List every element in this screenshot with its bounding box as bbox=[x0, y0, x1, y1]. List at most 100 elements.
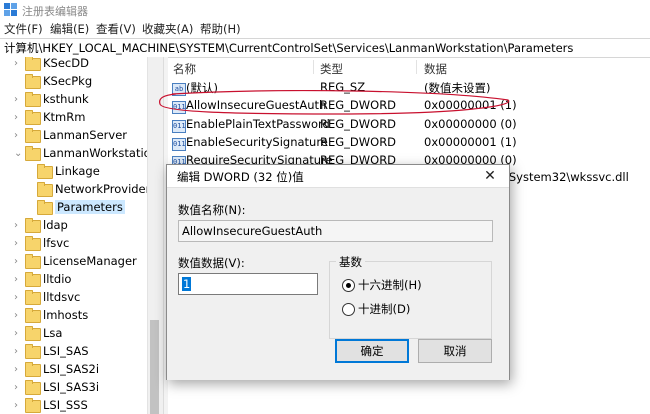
tree-item-lsi-sss[interactable]: › LSI_SSS bbox=[0, 397, 150, 414]
tree-item-licensemanager[interactable]: › LicenseManager bbox=[0, 253, 150, 271]
tree-item-parameters[interactable]: Parameters bbox=[0, 199, 150, 217]
chevron-right-icon[interactable]: › bbox=[14, 328, 22, 340]
menu-favorites[interactable]: 收藏夹(A) bbox=[142, 21, 193, 37]
value-row-enableplaintextpassword[interactable]: 011 EnablePlainTextPassword REG_DWORD 0x… bbox=[170, 116, 650, 134]
chevron-right-icon[interactable]: › bbox=[14, 382, 22, 394]
tree-item-lsa[interactable]: › Lsa bbox=[0, 325, 150, 343]
folder-icon bbox=[25, 218, 41, 233]
dialog-body: 数值名称(N): AllowInsecureGuestAuth 数值数据(V):… bbox=[167, 187, 509, 380]
tree-item-lltdio[interactable]: › lltdio bbox=[0, 271, 150, 289]
tree-item-label: lltdio bbox=[43, 272, 72, 286]
folder-icon bbox=[25, 57, 41, 71]
chevron-right-icon[interactable]: › bbox=[14, 130, 22, 142]
folder-icon bbox=[37, 164, 53, 179]
chevron-right-icon[interactable] bbox=[26, 202, 34, 214]
chevron-right-icon[interactable]: › bbox=[14, 274, 22, 286]
dialog-title-bar[interactable]: 编辑 DWORD (32 位)值 ✕ bbox=[167, 165, 509, 187]
column-type[interactable]: 类型 bbox=[320, 61, 343, 77]
tree-item-label: KSecPkg bbox=[43, 74, 93, 88]
chevron-right-icon[interactable]: › bbox=[14, 346, 22, 358]
chevron-right-icon[interactable]: › bbox=[14, 310, 22, 322]
tree-item-label: ksthunk bbox=[43, 92, 89, 106]
chevron-right-icon[interactable]: › bbox=[14, 256, 22, 268]
chevron-right-icon[interactable]: › bbox=[14, 364, 22, 376]
value-name-field: AllowInsecureGuestAuth bbox=[178, 220, 493, 242]
menu-bar: 文件(F) 编辑(E) 查看(V) 收藏夹(A) 帮助(H) bbox=[0, 20, 650, 38]
folder-icon bbox=[25, 362, 41, 377]
tree-item-label: Lsa bbox=[43, 326, 63, 340]
tree-item-label: LSI_SSS bbox=[43, 398, 88, 412]
column-name[interactable]: 名称 bbox=[173, 61, 196, 77]
title-bar: 注册表编辑器 bbox=[0, 0, 650, 20]
tree-item-lsi-sas2i[interactable]: › LSI_SAS2i bbox=[0, 361, 150, 379]
cancel-button[interactable]: 取消 bbox=[418, 339, 492, 363]
tree-item-lsi-sas3i[interactable]: › LSI_SAS3i bbox=[0, 379, 150, 397]
address-bar[interactable]: 计算机\HKEY_LOCAL_MACHINE\SYSTEM\CurrentCon… bbox=[0, 38, 650, 58]
chevron-right-icon[interactable]: › bbox=[14, 58, 22, 70]
value-data: 0x00000000 (0) bbox=[424, 117, 517, 131]
tree-item-lltdsvc[interactable]: › lltdsvc bbox=[0, 289, 150, 307]
menu-edit[interactable]: 编辑(E) bbox=[50, 21, 89, 37]
chevron-right-icon[interactable]: › bbox=[14, 238, 22, 250]
folder-icon bbox=[25, 344, 41, 359]
partial-value-data: \System32\wkssvc.dll bbox=[505, 170, 629, 184]
folder-icon bbox=[25, 326, 41, 341]
chevron-right-icon[interactable] bbox=[26, 166, 34, 178]
tree-item-label: LSI_SAS3i bbox=[43, 380, 100, 394]
tree-item-linkage[interactable]: Linkage bbox=[0, 163, 150, 181]
folder-icon bbox=[25, 92, 41, 107]
ok-button[interactable]: 确定 bbox=[335, 339, 409, 363]
tree-item-ldap[interactable]: › ldap bbox=[0, 217, 150, 235]
address-path[interactable]: 计算机\HKEY_LOCAL_MACHINE\SYSTEM\CurrentCon… bbox=[4, 40, 573, 56]
chevron-right-icon[interactable]: › bbox=[14, 400, 22, 412]
tree-item-label: KtmRm bbox=[43, 110, 86, 124]
value-row-enablesecuritysignature[interactable]: 011 EnableSecuritySignature REG_DWORD 0x… bbox=[170, 134, 650, 152]
value-name: EnablePlainTextPassword bbox=[186, 117, 330, 131]
tree-item-lfsvc[interactable]: › lfsvc bbox=[0, 235, 150, 253]
dec-radio[interactable] bbox=[342, 303, 355, 316]
tree-item-ksecpkg[interactable]: KSecPkg bbox=[0, 73, 150, 91]
folder-icon bbox=[25, 236, 41, 251]
chevron-right-icon[interactable]: › bbox=[14, 112, 22, 124]
tree-item-label: Parameters bbox=[55, 200, 125, 214]
column-data[interactable]: 数据 bbox=[424, 61, 447, 77]
tree-item-networkprovider[interactable]: NetworkProvider bbox=[0, 181, 150, 199]
tree-item-lmhosts[interactable]: › lmhosts bbox=[0, 307, 150, 325]
folder-icon bbox=[37, 200, 53, 215]
tree-item-lanmanworkstation[interactable]: ⌄ LanmanWorkstation bbox=[0, 145, 158, 163]
tree-item-lanmanserver[interactable]: › LanmanServer bbox=[0, 127, 150, 145]
tree-item-ksecdd[interactable]: › KSecDD bbox=[0, 57, 150, 73]
tree-item-label: LanmanWorkstation bbox=[43, 146, 158, 160]
tree-item-lsi-sas[interactable]: › LSI_SAS bbox=[0, 343, 150, 361]
hex-radio[interactable] bbox=[342, 279, 355, 292]
chevron-down-icon[interactable]: ⌄ bbox=[14, 148, 22, 160]
column-divider[interactable] bbox=[416, 60, 417, 74]
dec-radio-label[interactable]: 十进制(D) bbox=[358, 301, 410, 317]
dword-value-icon: 011 bbox=[172, 120, 186, 133]
menu-help[interactable]: 帮助(H) bbox=[200, 21, 241, 37]
chevron-right-icon[interactable]: › bbox=[14, 220, 22, 232]
close-icon[interactable]: ✕ bbox=[471, 165, 509, 187]
chevron-right-icon[interactable] bbox=[26, 184, 34, 196]
tree-item-ktmrm[interactable]: › KtmRm bbox=[0, 109, 150, 127]
menu-file[interactable]: 文件(F) bbox=[4, 21, 43, 37]
selected-text: 1 bbox=[182, 277, 192, 291]
chevron-right-icon[interactable] bbox=[14, 76, 22, 88]
list-header: 名称 类型 数据 bbox=[168, 58, 650, 76]
chevron-right-icon[interactable]: › bbox=[14, 292, 22, 304]
tree-item-label: Linkage bbox=[55, 164, 100, 178]
tree-item-label: lfsvc bbox=[43, 236, 70, 250]
column-divider[interactable] bbox=[313, 60, 314, 74]
value-name: EnableSecuritySignature bbox=[186, 135, 328, 149]
value-data-input[interactable]: 1 bbox=[178, 273, 318, 295]
chevron-right-icon[interactable]: › bbox=[14, 94, 22, 106]
folder-icon bbox=[37, 182, 53, 197]
tree-item-ksthunk[interactable]: › ksthunk bbox=[0, 91, 150, 109]
value-name-label: 数值名称(N): bbox=[178, 203, 246, 217]
menu-view[interactable]: 查看(V) bbox=[96, 21, 136, 37]
tree-item-label: lltdsvc bbox=[43, 290, 81, 304]
tree-scrollbar-thumb[interactable] bbox=[150, 320, 159, 414]
hex-radio-label[interactable]: 十六进制(H) bbox=[358, 277, 422, 293]
folder-icon bbox=[25, 272, 41, 287]
dialog-title: 编辑 DWORD (32 位)值 bbox=[177, 170, 304, 184]
